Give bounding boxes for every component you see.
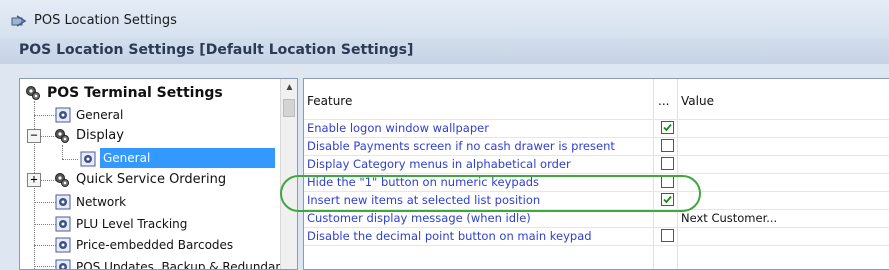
feature-label[interactable]: Display Category menus in alphabetical o… xyxy=(307,157,571,171)
gears-icon xyxy=(55,173,69,187)
gears-icon xyxy=(55,129,69,143)
table-row xyxy=(304,245,889,262)
grid-header: Feature ... Value xyxy=(304,79,889,119)
gear-icon xyxy=(80,151,96,167)
settings-tree-panel: POS Terminal Settings General − Display … xyxy=(19,78,298,270)
feature-label[interactable]: Disable Payments screen if no cash drawe… xyxy=(307,139,615,153)
column-header-value[interactable]: Value xyxy=(681,94,714,108)
gear-icon xyxy=(55,107,71,123)
title-bar: POS Location Settings xyxy=(0,0,889,38)
feature-checkbox[interactable] xyxy=(661,121,674,134)
tree-item-display-general[interactable]: General xyxy=(100,148,275,168)
tree-root-label[interactable]: POS Terminal Settings xyxy=(47,83,223,103)
gears-icon xyxy=(26,86,40,100)
feature-value[interactable]: Next Customer... xyxy=(681,211,777,225)
table-row[interactable]: Disable Payments screen if no cash drawe… xyxy=(304,137,889,154)
checkmark-icon xyxy=(663,123,672,132)
column-header-flag[interactable]: ... xyxy=(658,94,669,108)
page-title: POS Location Settings [Default Location … xyxy=(19,42,414,58)
expand-toggle-quick-service[interactable]: + xyxy=(27,173,41,187)
feature-label[interactable]: Customer display message (when idle) xyxy=(307,211,531,225)
tree-item-quick-service-ordering[interactable]: Quick Service Ordering xyxy=(76,170,226,190)
table-row[interactable]: Display Category menus in alphabetical o… xyxy=(304,155,889,172)
window-title: POS Location Settings xyxy=(34,13,177,28)
feature-checkbox[interactable] xyxy=(661,139,674,152)
page-header: POS Location Settings [Default Location … xyxy=(0,38,889,64)
tree-item-display[interactable]: Display xyxy=(76,126,124,146)
table-row[interactable]: Enable logon window wallpaper xyxy=(304,119,889,136)
feature-grid: Feature ... Value Enable logon window wa… xyxy=(303,78,889,270)
table-row[interactable]: Disable the decimal point button on main… xyxy=(304,227,889,244)
feature-label[interactable]: Disable the decimal point button on main… xyxy=(307,229,592,243)
column-header-feature[interactable]: Feature xyxy=(307,94,352,108)
tree-item-price-embedded-barcodes[interactable]: Price-embedded Barcodes xyxy=(76,235,233,255)
feature-label[interactable]: Enable logon window wallpaper xyxy=(307,121,489,135)
tree-item-general[interactable]: General xyxy=(76,105,123,125)
feature-checkbox[interactable] xyxy=(661,157,674,170)
highlight-ring xyxy=(280,175,701,212)
tree-scrollbar[interactable]: ▲ xyxy=(280,79,297,269)
tree-item-network[interactable]: Network xyxy=(76,192,126,212)
scrollbar-thumb[interactable] xyxy=(283,99,295,117)
settings-tree: POS Terminal Settings General − Display … xyxy=(20,79,297,269)
gear-icon xyxy=(55,216,71,232)
gear-icon xyxy=(55,259,71,269)
gear-icon xyxy=(55,237,71,253)
collapse-toggle-display[interactable]: − xyxy=(27,129,41,143)
gear-icon xyxy=(55,194,71,210)
settings-window-icon xyxy=(11,15,27,27)
tree-item-plu-level-tracking[interactable]: PLU Level Tracking xyxy=(76,214,187,234)
feature-checkbox[interactable] xyxy=(661,229,674,242)
scroll-up-arrow-icon[interactable]: ▲ xyxy=(281,79,297,96)
